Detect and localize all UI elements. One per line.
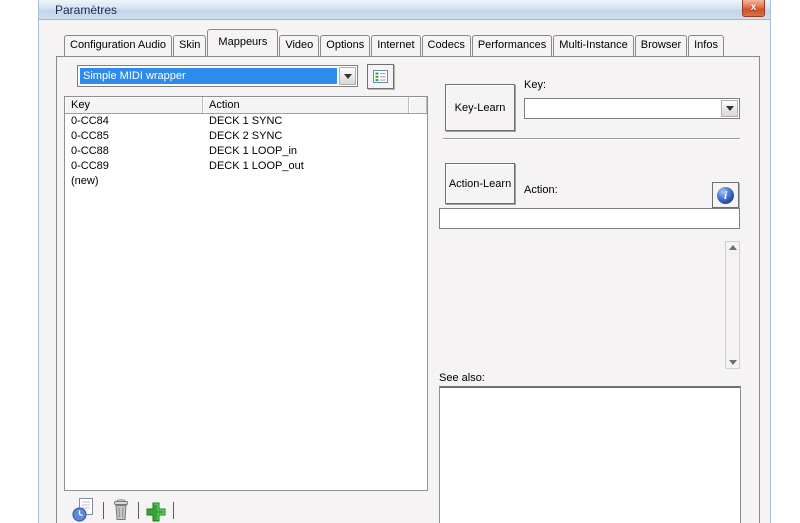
see-also-label: See also:	[439, 372, 485, 384]
mapping-key: 0-CC84	[65, 114, 203, 129]
mapping-list: Key Action 0-CC84 DECK 1 SYNC 0-CC85 DEC…	[64, 96, 428, 491]
mapping-action: DECK 1 LOOP_out	[203, 159, 304, 174]
action-info-button[interactable]: i	[712, 182, 739, 208]
mapper-select-value: Simple MIDI wrapper	[80, 68, 337, 84]
title-bar: Paramètres x	[39, 0, 770, 20]
parametres-dialog: Paramètres x Configuration Audio Skin Ma…	[38, 0, 771, 523]
tab-options[interactable]: Options	[320, 35, 370, 56]
tab-performances[interactable]: Performances	[472, 35, 552, 56]
mappers-tab-panel: Simple MIDI wrapper Key Action	[56, 56, 760, 523]
see-also-list[interactable]	[439, 386, 741, 523]
settings-tab-bar: Configuration Audio Skin Mappeurs Video …	[64, 35, 725, 56]
mapping-row-new[interactable]: (new)	[65, 174, 427, 189]
column-header-key[interactable]: Key	[65, 97, 203, 113]
key-combobox[interactable]	[524, 98, 740, 119]
mapping-key: (new)	[65, 174, 203, 189]
mapping-action: DECK 2 SYNC	[203, 129, 282, 144]
close-icon: x	[751, 2, 757, 13]
chevron-down-icon	[726, 106, 734, 111]
list-properties-icon	[373, 70, 388, 83]
chevron-down-icon	[344, 74, 352, 79]
action-learn-button[interactable]: Action-Learn	[445, 163, 515, 204]
tab-mappeurs[interactable]: Mappeurs	[207, 29, 278, 56]
add-mapping-button[interactable]	[146, 497, 166, 523]
action-input[interactable]	[439, 208, 740, 229]
mapper-select-arrow-button[interactable]	[339, 67, 356, 85]
tab-infos[interactable]: Infos	[688, 35, 724, 56]
tab-configuration-audio[interactable]: Configuration Audio	[64, 35, 172, 56]
column-header-extra[interactable]	[409, 97, 427, 113]
key-label: Key:	[524, 79, 546, 91]
mapping-key: 0-CC85	[65, 129, 203, 144]
scroll-up-icon[interactable]	[729, 245, 737, 250]
close-button[interactable]: x	[742, 0, 765, 17]
mapping-key: 0-CC88	[65, 144, 203, 159]
delete-mapping-button[interactable]	[111, 497, 131, 523]
mapping-row[interactable]: 0-CC88 DECK 1 LOOP_in	[65, 144, 427, 159]
key-combobox-arrow-button[interactable]	[721, 100, 738, 117]
tab-skin[interactable]: Skin	[173, 35, 206, 56]
toolbar-separator	[173, 502, 174, 519]
mapping-action	[203, 174, 209, 189]
tab-multi-instance[interactable]: Multi-Instance	[553, 35, 633, 56]
document-clock-icon	[71, 497, 96, 523]
key-combobox-value	[527, 101, 719, 116]
mapper-toolbar	[71, 497, 174, 523]
mapper-file-button[interactable]	[71, 497, 96, 523]
toolbar-separator	[103, 502, 104, 519]
trash-icon	[111, 497, 131, 523]
tab-browser[interactable]: Browser	[635, 35, 687, 56]
mapping-list-header: Key Action	[65, 97, 427, 114]
info-icon: i	[717, 187, 734, 204]
action-label: Action:	[524, 184, 558, 196]
mapping-row[interactable]: 0-CC84 DECK 1 SYNC	[65, 114, 427, 129]
mapper-options-button[interactable]	[367, 64, 394, 89]
group-separator	[443, 138, 740, 140]
toolbar-separator	[138, 502, 139, 519]
mapping-action: DECK 1 LOOP_in	[203, 144, 297, 159]
key-learn-button[interactable]: Key-Learn	[445, 84, 515, 131]
mapper-select[interactable]: Simple MIDI wrapper	[77, 65, 358, 87]
column-header-action[interactable]: Action	[203, 97, 409, 113]
tab-video[interactable]: Video	[279, 35, 319, 56]
tab-internet[interactable]: Internet	[371, 35, 420, 56]
window-title: Paramètres	[55, 3, 117, 17]
mapping-row[interactable]: 0-CC89 DECK 1 LOOP_out	[65, 159, 427, 174]
mapping-row[interactable]: 0-CC85 DECK 2 SYNC	[65, 129, 427, 144]
scroll-down-icon[interactable]	[729, 360, 737, 365]
mapping-action: DECK 1 SYNC	[203, 114, 282, 129]
plus-icon	[146, 497, 166, 523]
tab-codecs[interactable]: Codecs	[422, 35, 471, 56]
mapping-key: 0-CC89	[65, 159, 203, 174]
description-scrollbar[interactable]	[725, 241, 740, 369]
